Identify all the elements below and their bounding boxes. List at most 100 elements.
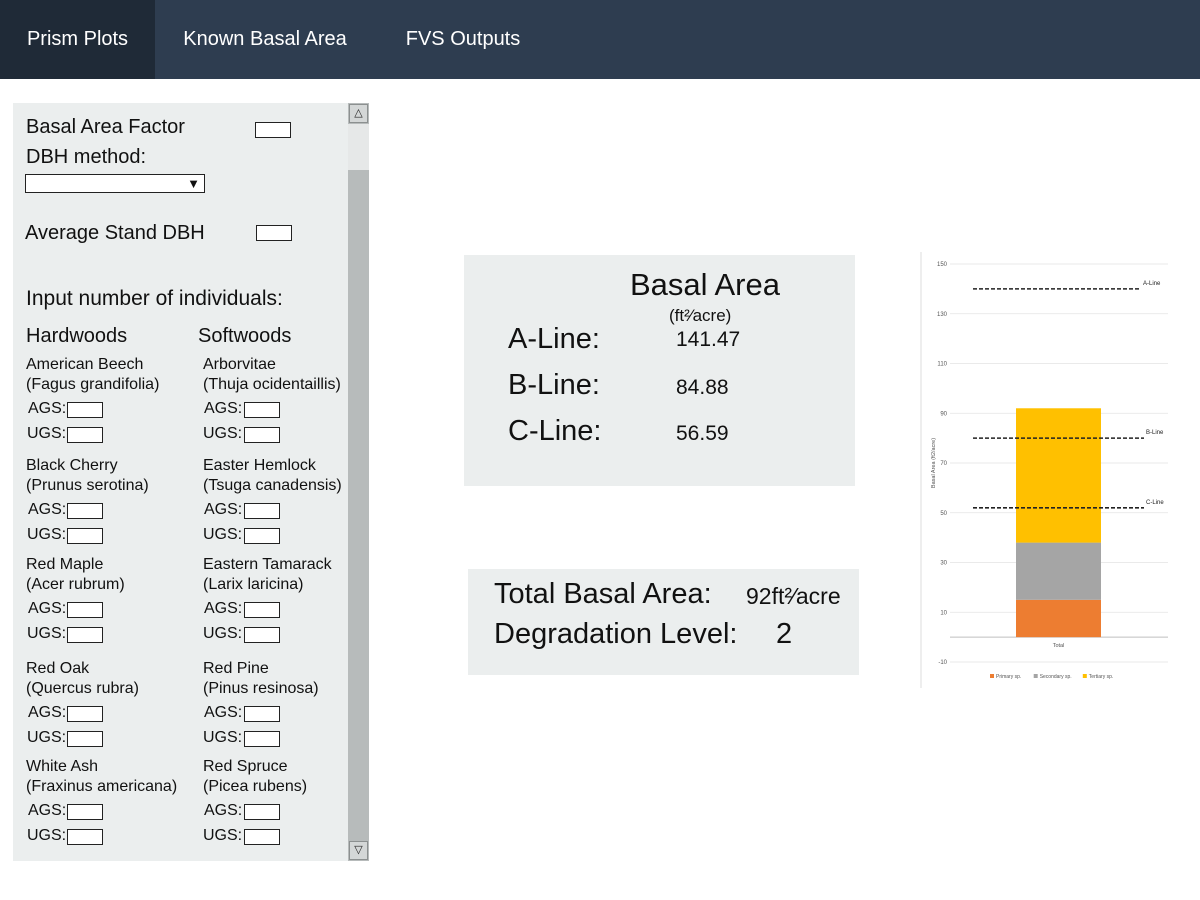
ugs-input[interactable] — [244, 829, 280, 845]
y-tick-label: 130 — [937, 312, 948, 318]
species-common-name: Arborvitae — [203, 356, 276, 373]
ags-input[interactable] — [67, 804, 103, 820]
ugs-input[interactable] — [244, 427, 280, 443]
species-common-name: Red Pine — [203, 660, 269, 677]
top-nav: Prism Plots Known Basal Area FVS Outputs — [0, 0, 1200, 79]
species-common-name: Red Maple — [26, 556, 104, 573]
y-tick-label: 70 — [940, 461, 947, 467]
ugs-input[interactable] — [244, 627, 280, 643]
avg-dbh-input[interactable] — [256, 225, 292, 241]
reference-line-label: A-Line — [1143, 281, 1161, 287]
ags-input[interactable] — [67, 402, 103, 418]
ugs-input[interactable] — [67, 427, 103, 443]
softwoods-heading: Softwoods — [198, 325, 292, 347]
species-common-name: Easter Hemlock — [203, 457, 316, 474]
ags-label: AGS: — [28, 802, 67, 819]
ugs-label: UGS: — [203, 425, 243, 442]
species-common-name: American Beech — [26, 356, 144, 373]
ags-input[interactable] — [244, 804, 280, 820]
y-tick-label: 90 — [940, 411, 947, 417]
tab-fvs-outputs[interactable]: FVS Outputs — [380, 0, 546, 79]
dbh-method-select[interactable]: ▼ — [25, 174, 205, 193]
legend-label: Tertiary sp. — [1089, 674, 1113, 680]
species-latin-name: (Fagus grandifolia) — [26, 376, 160, 393]
species-latin-name: (Tsuga canadensis) — [203, 477, 342, 494]
legend-swatch — [1082, 674, 1087, 678]
avg-dbh-label: Average Stand DBH — [25, 222, 205, 244]
ags-input[interactable] — [244, 706, 280, 722]
legend-swatch — [1033, 674, 1038, 678]
ugs-input[interactable] — [67, 627, 103, 643]
ugs-label: UGS: — [27, 729, 67, 746]
y-tick-label: 110 — [937, 362, 947, 368]
ugs-label: UGS: — [203, 625, 243, 642]
total-basal-value: 92ft²⁄acre — [746, 583, 841, 609]
ags-label: AGS: — [204, 400, 243, 417]
ags-label: AGS: — [28, 600, 67, 617]
a-line-value: 141.47 — [676, 328, 741, 351]
ags-input[interactable] — [67, 706, 103, 722]
c-line-value: 56.59 — [676, 422, 729, 445]
reference-line-label: B-Line — [1146, 430, 1164, 436]
species-common-name: Black Cherry — [26, 457, 118, 474]
ugs-label: UGS: — [27, 425, 67, 442]
input-heading: Input number of individuals: — [26, 287, 283, 310]
basal-area-chart: -10 10 30 50 70 90 110 130 150 Basal Area (ft2/ac… — [920, 252, 1168, 688]
scrollbar-thumb[interactable] — [348, 124, 369, 170]
species-latin-name: (Thuja ocidentaillis) — [203, 376, 341, 393]
ugs-input[interactable] — [244, 528, 280, 544]
legend-swatch — [990, 674, 994, 678]
scroll-up-icon[interactable]: △ — [349, 104, 368, 123]
species-common-name: Eastern Tamarack — [203, 556, 332, 573]
reference-line-label: C-Line — [1146, 500, 1164, 506]
ags-input[interactable] — [67, 602, 103, 618]
hardwoods-heading: Hardwoods — [26, 325, 128, 347]
species-latin-name: (Quercus rubra) — [26, 680, 139, 697]
c-line-label: C-Line: — [508, 415, 602, 447]
ugs-input[interactable] — [67, 528, 103, 544]
basal-area-unit: (ft²⁄acre) — [669, 306, 732, 325]
y-tick-label: -10 — [938, 660, 947, 666]
ags-label: AGS: — [28, 400, 67, 417]
a-line-label: A-Line: — [508, 323, 600, 355]
bar-segment-primary-sp — [1016, 599, 1101, 638]
dropdown-arrow-icon: ▼ — [187, 176, 200, 191]
legend-label: Secondary sp. — [1040, 674, 1072, 680]
ugs-input[interactable] — [244, 731, 280, 747]
sidebar-scrollbar[interactable]: △ ▽ — [348, 103, 369, 861]
degradation-label: Degradation Level: — [494, 618, 738, 650]
ags-label: AGS: — [28, 501, 67, 518]
basal-area-title: Basal Area — [630, 267, 780, 302]
scroll-down-icon[interactable]: ▽ — [349, 841, 368, 860]
ugs-input[interactable] — [67, 731, 103, 747]
dbh-method-label: DBH method: — [26, 146, 147, 168]
ugs-label: UGS: — [203, 827, 243, 844]
ags-label: AGS: — [28, 704, 67, 721]
species-latin-name: (Acer rubrum) — [26, 576, 125, 593]
bar-segment-secondary-sp — [1016, 542, 1101, 600]
species-common-name: White Ash — [26, 758, 99, 775]
ags-label: AGS: — [204, 704, 243, 721]
ags-label: AGS: — [204, 802, 243, 819]
species-common-name: Red Spruce — [203, 758, 288, 775]
y-tick-label: 50 — [940, 511, 947, 517]
ags-input[interactable] — [244, 503, 280, 519]
ugs-label: UGS: — [203, 526, 243, 543]
ags-input[interactable] — [244, 602, 280, 618]
input-sidebar: Basal Area Factor DBH method: ▼ Average … — [13, 103, 348, 861]
ags-label: AGS: — [204, 501, 243, 518]
b-line-label: B-Line: — [508, 369, 600, 401]
tab-known-basal-area[interactable]: Known Basal Area — [160, 0, 370, 79]
y-tick-label: 10 — [940, 610, 947, 616]
tab-prism-plots[interactable]: Prism Plots — [0, 0, 155, 79]
degradation-value: 2 — [776, 618, 793, 650]
y-tick-label: 30 — [940, 561, 947, 567]
baf-input[interactable] — [255, 122, 291, 138]
ags-input[interactable] — [67, 503, 103, 519]
bar-segment-tertiary-sp — [1016, 408, 1101, 543]
ags-input[interactable] — [244, 402, 280, 418]
y-axis-label: Basal Area (ft2/acre) — [931, 438, 937, 488]
ugs-input[interactable] — [67, 829, 103, 845]
species-latin-name: (Larix laricina) — [203, 576, 304, 593]
x-tick-label: Total — [1053, 643, 1065, 649]
